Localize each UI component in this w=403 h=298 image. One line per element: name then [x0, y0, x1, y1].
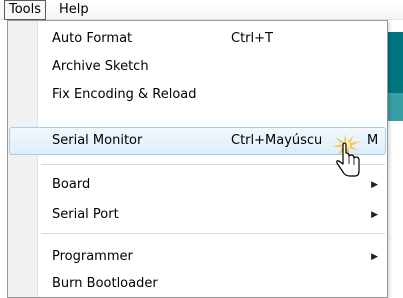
menu-item-programmer[interactable]: Programmer ▶ [9, 243, 386, 271]
menu-item-shortcut-tail: M [367, 133, 379, 148]
menu-item-label: Serial Port [52, 207, 119, 222]
submenu-arrow-icon: ▶ [371, 252, 378, 262]
menu-help[interactable]: Help [55, 0, 93, 20]
menu-separator [41, 233, 385, 235]
menu-item-label: Serial Monitor [52, 133, 143, 148]
menu-item-shortcut: Ctrl+Mayúscu [231, 133, 323, 148]
submenu-arrow-icon: ▶ [371, 210, 378, 220]
arduino-ide-window: Tools Help Auto Format Ctrl+T Archive Sk… [0, 0, 403, 298]
pointer-hand-icon [332, 134, 361, 177]
menu-bar: Tools Help [0, 0, 403, 20]
menu-item-auto-format[interactable]: Auto Format Ctrl+T [9, 25, 386, 53]
menu-item-archive-sketch[interactable]: Archive Sketch [9, 53, 386, 81]
menu-item-label: Auto Format [52, 31, 133, 46]
editor-toolbar-background [386, 32, 403, 93]
menu-item-fix-encoding-reload[interactable]: Fix Encoding & Reload [9, 81, 386, 109]
submenu-arrow-icon: ▶ [371, 180, 378, 190]
menu-item-label: Board [52, 177, 91, 192]
menu-item-label: Fix Encoding & Reload [52, 87, 197, 102]
menu-item-label: Burn Bootloader [52, 276, 158, 291]
editor-tab-strip [386, 93, 403, 121]
menu-tools[interactable]: Tools [4, 0, 47, 20]
menu-item-label: Programmer [52, 249, 133, 264]
menu-item-label: Archive Sketch [52, 59, 149, 74]
menu-item-shortcut: Ctrl+T [231, 31, 273, 46]
menu-item-serial-port[interactable]: Serial Port ▶ [9, 201, 386, 229]
menu-item-burn-bootloader[interactable]: Burn Bootloader [9, 270, 386, 298]
